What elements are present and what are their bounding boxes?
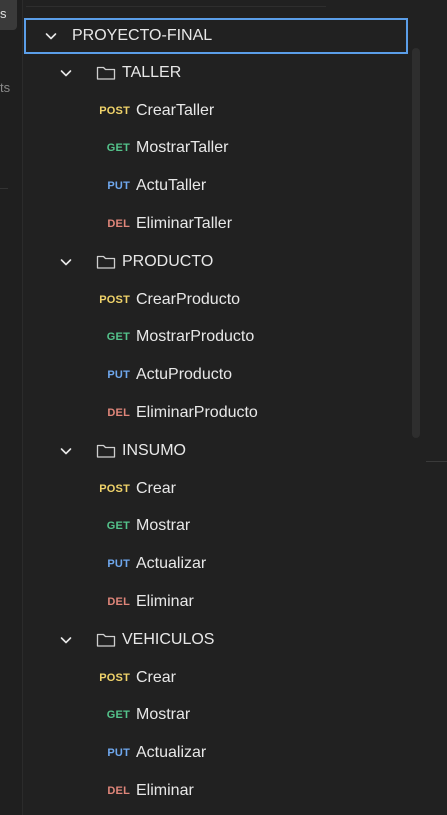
method-badge: DEL [107, 218, 130, 231]
folder-icon [96, 254, 116, 270]
folder-taller[interactable]: TALLER [22, 54, 412, 92]
request-label: Crear [136, 668, 177, 686]
sidebar-tab-label: s [0, 6, 7, 21]
chevron-down-icon[interactable] [58, 65, 74, 81]
method-badge: POST [99, 293, 130, 306]
sidebar-tab-label-partial[interactable]: ts [0, 80, 10, 95]
request-label: Mostrar [136, 517, 191, 535]
scrollbar-thumb[interactable] [412, 48, 420, 438]
folder-icon [96, 443, 116, 459]
left-sidebar-strip: s ts [0, 0, 23, 815]
folder-label: PRODUCTO [122, 252, 214, 270]
method-badge: POST [99, 104, 130, 117]
folder-vehiculos[interactable]: VEHICULOS [22, 621, 412, 659]
collection-root-label: PROYECTO-FINAL [72, 27, 213, 44]
method-badge: POST [99, 671, 130, 684]
method-badge: GET [106, 142, 130, 155]
request-item[interactable]: DEL Eliminar [22, 583, 412, 621]
request-label: Mostrar [136, 706, 191, 724]
folder-label: VEHICULOS [122, 630, 215, 648]
request-label: CrearProducto [136, 290, 241, 308]
sidebar-divider [0, 188, 8, 189]
request-label: CrearTaller [136, 101, 215, 119]
method-badge: DEL [107, 596, 130, 609]
collections-panel: s ts PROYECTO-FINAL TALLER POST CrearTalle… [0, 0, 447, 815]
request-item[interactable]: GET Mostrar [22, 697, 412, 735]
chevron-down-icon[interactable] [43, 28, 59, 44]
request-item[interactable]: POST CrearProducto [22, 281, 412, 319]
request-label: Actualizar [136, 744, 207, 762]
request-item[interactable]: PUT ActuTaller [22, 167, 412, 205]
method-badge: DEL [107, 407, 130, 420]
folder-producto[interactable]: PRODUCTO [22, 243, 412, 281]
request-label: Eliminar [136, 593, 194, 611]
folder-label: INSUMO [122, 441, 186, 459]
method-badge: PUT [107, 747, 130, 760]
request-item[interactable]: PUT Actualizar [22, 545, 412, 583]
request-item[interactable]: DEL EliminarProducto [22, 394, 412, 432]
method-badge: GET [106, 331, 130, 344]
request-item[interactable]: POST Crear [22, 659, 412, 697]
request-item[interactable]: POST Crear [22, 470, 412, 508]
request-item[interactable]: POST CrearTaller [22, 92, 412, 130]
request-item[interactable]: PUT Actualizar [22, 734, 412, 772]
request-item[interactable]: GET Mostrar [22, 508, 412, 546]
request-label: MostrarProducto [136, 328, 255, 346]
request-label: EliminarTaller [136, 215, 233, 233]
method-badge: GET [106, 520, 130, 533]
request-item[interactable]: PUT ActuProducto [22, 356, 412, 394]
method-badge: POST [99, 482, 130, 495]
collection-tree: PROYECTO-FINAL TALLER POST CrearTaller GET M… [22, 18, 412, 810]
method-badge: PUT [107, 369, 130, 382]
request-item[interactable]: DEL EliminarTaller [22, 205, 412, 243]
request-item[interactable]: GET MostrarProducto [22, 319, 412, 357]
chevron-down-icon[interactable] [58, 632, 74, 648]
collection-root[interactable]: PROYECTO-FINAL [24, 18, 408, 54]
request-label: EliminarProducto [136, 404, 258, 422]
method-badge: GET [106, 709, 130, 722]
chevron-down-icon[interactable] [58, 443, 74, 459]
request-label: Actualizar [136, 555, 207, 573]
method-badge: PUT [107, 558, 130, 571]
sidebar-tab-collections[interactable]: s [0, 0, 17, 30]
folder-icon [96, 65, 116, 81]
request-item[interactable]: DEL Eliminar [22, 772, 412, 810]
request-label: MostrarTaller [136, 139, 229, 157]
method-badge: PUT [107, 180, 130, 193]
request-item[interactable]: GET MostrarTaller [22, 130, 412, 168]
chevron-down-icon[interactable] [58, 254, 74, 270]
folder-icon [96, 632, 116, 648]
top-divider [26, 0, 326, 7]
request-label: ActuTaller [136, 177, 207, 195]
request-label: ActuProducto [136, 366, 233, 384]
folder-insumo[interactable]: INSUMO [22, 432, 412, 470]
folder-label: TALLER [122, 63, 182, 81]
request-label: Eliminar [136, 782, 194, 800]
request-label: Crear [136, 479, 177, 497]
right-divider [426, 461, 447, 462]
method-badge: DEL [107, 785, 130, 798]
